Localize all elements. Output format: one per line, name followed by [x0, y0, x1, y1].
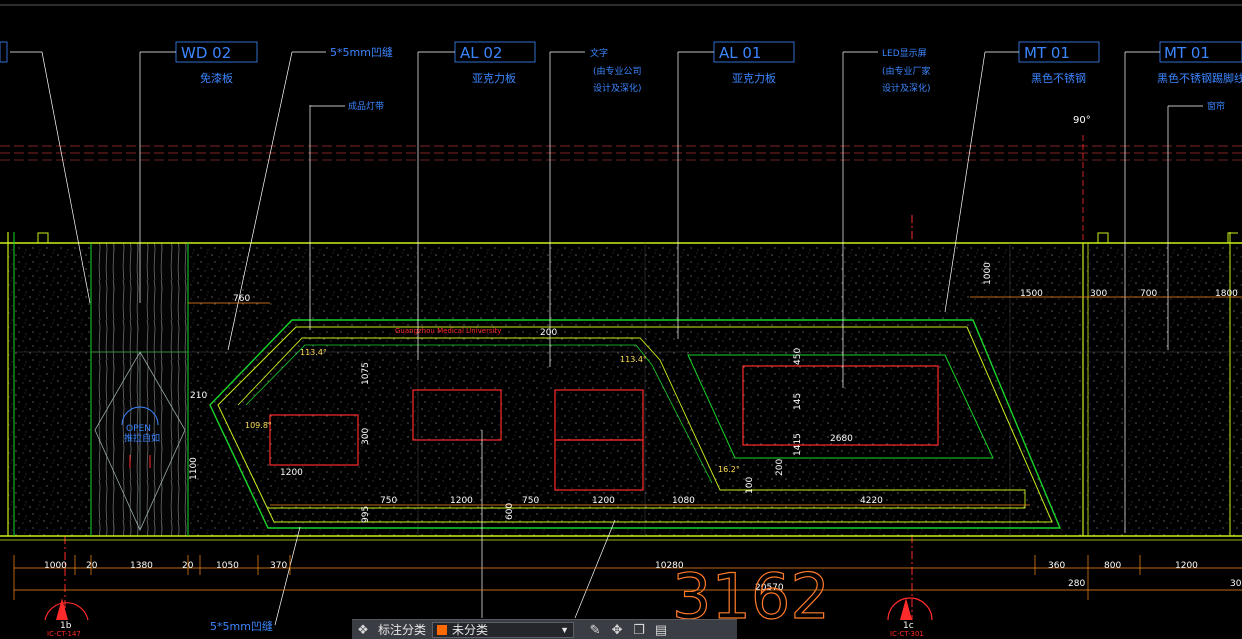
section-marker: 1c IC-CT-301 — [887, 597, 933, 638]
callout-code: MT 01 — [1164, 44, 1210, 62]
svg-text:1200: 1200 — [450, 496, 473, 506]
svg-text:1500: 1500 — [1020, 289, 1043, 299]
callout-code: AL 01 — [719, 44, 761, 62]
svg-text:1075: 1075 — [361, 362, 371, 385]
cad-drawing-canvas[interactable]: OPEN 推拉自如 Guangzhou Medical University W… — [0, 0, 1242, 638]
callout-text: 窗帘 — [1207, 100, 1225, 112]
callout-text: (由专业厂家 — [882, 65, 931, 77]
door-label: OPEN — [126, 424, 151, 434]
callout-code: MT 01 — [1024, 44, 1070, 62]
paste-icon[interactable]: ▤ — [650, 620, 672, 639]
svg-text:20: 20 — [86, 561, 98, 571]
svg-text:IC-CT-147: IC-CT-147 — [47, 630, 81, 638]
svg-text:1380: 1380 — [130, 561, 153, 571]
svg-text:280: 280 — [1068, 579, 1085, 589]
svg-text:113.4°: 113.4° — [620, 355, 647, 364]
svg-text:1050: 1050 — [216, 561, 239, 571]
svg-text:200: 200 — [775, 459, 785, 476]
svg-text:1000: 1000 — [44, 561, 67, 571]
callout-code: WD 02 — [181, 44, 231, 62]
callout-text: 5*5mm凹缝 — [330, 45, 393, 59]
svg-text:300: 300 — [361, 428, 371, 445]
callout-code: AL 02 — [460, 44, 502, 62]
wall-elevation — [0, 232, 1242, 541]
svg-text:20: 20 — [182, 561, 194, 571]
svg-text:145: 145 — [793, 393, 803, 410]
callout-text: 免漆板 — [200, 71, 233, 85]
svg-text:600: 600 — [505, 503, 515, 520]
category-select-value: 未分类 — [452, 623, 489, 637]
color-swatch — [437, 624, 448, 635]
callout-text: 设计及深化) — [882, 82, 931, 94]
svg-text:100: 100 — [745, 477, 755, 494]
callout-text: 亚克力板 — [732, 71, 776, 85]
wood-panel — [91, 243, 188, 536]
svg-text:113.4°: 113.4° — [300, 348, 327, 357]
svg-text:995: 995 — [361, 506, 371, 523]
bottom-callout: 5*5mm凹缝 — [210, 619, 273, 633]
svg-text:750: 750 — [380, 496, 397, 506]
annotation-toolbar: ❖ 标注分类 未分类 ▼ ✎ ✥ ❐ ▤ — [352, 619, 737, 639]
svg-text:1080: 1080 — [672, 496, 695, 506]
svg-text:370: 370 — [270, 561, 287, 571]
svg-text:1000: 1000 — [983, 262, 993, 285]
panel-title: Guangzhou Medical University — [395, 327, 501, 335]
toolbar-label: 标注分类 — [378, 623, 427, 637]
svg-text:300: 300 — [1090, 289, 1107, 299]
copy-icon[interactable]: ❐ — [628, 620, 650, 639]
svg-text:2680: 2680 — [830, 434, 853, 444]
callout-text: 黑色不锈钢 — [1031, 71, 1086, 85]
callout-text: 成品灯带 — [348, 100, 384, 112]
svg-text:450: 450 — [793, 348, 803, 365]
svg-text:4220: 4220 — [860, 496, 883, 506]
svg-text:1200: 1200 — [280, 468, 303, 478]
callout-text: LED显示屏 — [882, 48, 927, 59]
door-label-cn: 推拉自如 — [124, 432, 160, 444]
svg-text:1200: 1200 — [592, 496, 615, 506]
callout-text: 亚克力板 — [472, 71, 516, 85]
callout-text: 设计及深化) — [593, 82, 642, 94]
svg-text:200: 200 — [540, 328, 557, 338]
svg-text:300: 300 — [1230, 579, 1242, 589]
svg-text:800: 800 — [1104, 561, 1121, 571]
svg-text:750: 750 — [522, 496, 539, 506]
callout-text: (由专业公司 — [593, 65, 642, 77]
svg-text:16.2°: 16.2° — [718, 465, 740, 474]
move-icon[interactable]: ✥ — [606, 620, 628, 639]
svg-text:700: 700 — [1140, 289, 1157, 299]
callout-text: 文字 — [590, 47, 608, 59]
section-marker: 1b IC-CT-147 — [44, 598, 89, 638]
svg-text:90°: 90° — [1073, 115, 1091, 126]
svg-text:1415: 1415 — [793, 433, 803, 456]
svg-text:360: 360 — [1048, 561, 1065, 571]
svg-text:1100: 1100 — [189, 457, 199, 480]
callout-text: 黑色不锈钢踢脚线 — [1157, 71, 1242, 85]
svg-text:1200: 1200 — [1175, 561, 1198, 571]
category-select[interactable]: 未分类 ▼ — [432, 621, 575, 638]
svg-text:760: 760 — [233, 294, 250, 304]
svg-text:210: 210 — [190, 391, 207, 401]
chevron-down-icon: ▼ — [560, 624, 570, 635]
edit-icon[interactable]: ✎ — [584, 620, 606, 639]
svg-text:IC-CT-301: IC-CT-301 — [890, 630, 924, 638]
svg-text:1800: 1800 — [1215, 289, 1238, 299]
svg-text:109.8°: 109.8° — [245, 421, 272, 430]
grid-icon[interactable]: ❖ — [352, 620, 374, 639]
